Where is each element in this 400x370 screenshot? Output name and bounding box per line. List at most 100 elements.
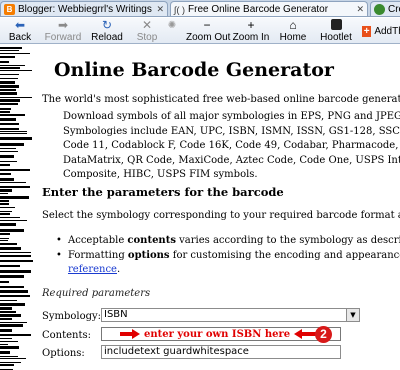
barcode-bar: [0, 70, 32, 71]
select-instruction: Select the symbology corresponding to yo…: [42, 210, 400, 221]
barcode-bar: [0, 108, 11, 110]
back-button[interactable]: ⬅ Back: [6, 18, 34, 44]
reload-button[interactable]: ↻ Reload: [90, 18, 124, 44]
barcode-bar: [0, 211, 12, 212]
home-button[interactable]: ⌂ Home: [278, 18, 308, 44]
barcode-bar: [0, 217, 20, 218]
zoom-out-button[interactable]: − Zoom Out: [186, 18, 231, 44]
barcode-bar: [0, 74, 19, 75]
barcode-bar: [0, 123, 19, 125]
forward-arrow-icon: ➡: [57, 18, 69, 32]
addthis-icon: +: [362, 25, 372, 37]
barcode-bar: [0, 334, 31, 336]
bullet-bold: options: [127, 249, 170, 261]
barcode-bar: [0, 200, 9, 202]
browser-toolbar: ⬅ Back ➡ Forward ↻ Reload ✕ Stop ✺ − Zoo…: [0, 18, 400, 44]
section-heading: Enter the parameters for the barcode: [42, 185, 284, 199]
barcode-bar: [0, 281, 9, 283]
loading-indicator: ✺: [166, 18, 178, 44]
barcode-bar: [0, 151, 18, 152]
home-label: Home: [279, 32, 307, 43]
description-line: Download symbols of all major symbologie…: [63, 111, 400, 122]
description-line: DataMatrix, QR Code, MaxiCode, Aztec Cod…: [63, 154, 400, 166]
zoom-in-icon: +: [247, 18, 255, 32]
tab-label: Cre: [388, 4, 400, 15]
tab-label: Free Online Barcode Generator: [188, 4, 329, 15]
spinner-icon: ✺: [167, 20, 177, 31]
barcode-bar: [0, 341, 18, 342]
barcode-bar: [0, 65, 25, 66]
barcode-bar: [0, 223, 16, 226]
chevron-down-icon[interactable]: ▼: [346, 309, 359, 321]
barcode-bar: [0, 286, 24, 288]
options-label: Options:: [42, 348, 85, 359]
barcode-bar: [0, 356, 18, 357]
stop-icon: ✕: [141, 18, 153, 32]
barcode-bar: [0, 103, 18, 105]
bullet-item: • Formatting options for customising the …: [56, 249, 400, 264]
hootlet-icon: [318, 19, 354, 32]
barcode-bar: [0, 143, 24, 146]
symbology-select[interactable]: ISBN ▼: [101, 308, 360, 322]
hootlet-label: Hootlet: [320, 32, 352, 43]
addthis-label: AddThi: [374, 25, 400, 37]
reload-label: Reload: [91, 32, 123, 43]
barcode-bar: [0, 220, 27, 221]
barcode-bar: [0, 169, 30, 171]
zoom-out-label: Zoom Out: [186, 32, 231, 43]
tab-label: Blogger: Webbiegrrl's Writings - Crea...: [18, 4, 152, 15]
close-icon[interactable]: ✕: [352, 4, 364, 15]
barcode-bar: [0, 275, 24, 278]
barcode-bar: [0, 114, 25, 116]
barcode-bar: [0, 307, 12, 310]
bullet-list: • Acceptable contents varies according to…: [56, 234, 400, 278]
barcode-bar: [0, 137, 32, 140]
description-line: Composite, HIBC, USPS FIM symbols.: [63, 169, 258, 180]
zoom-in-label: Zoom In: [232, 32, 270, 43]
bullet-item: • Acceptable contents varies according to…: [56, 234, 400, 249]
tab-blogger[interactable]: B Blogger: Webbiegrrl's Writings - Crea.…: [0, 1, 168, 16]
barcode-bar: [0, 97, 32, 98]
barcode-bar: [0, 295, 30, 297]
barcode-bar: [0, 182, 26, 183]
barcode-bar: [0, 207, 15, 208]
addthis-button[interactable]: + AddThi: [362, 24, 400, 38]
barcode-bar: [0, 85, 19, 88]
step-number-badge: 2: [315, 326, 332, 343]
barcode-bar: [0, 303, 25, 306]
barcode-bar: [0, 92, 17, 95]
barcode-bar: [0, 56, 15, 58]
barcode-decoration: [0, 45, 34, 370]
barcode-bar: [0, 89, 16, 91]
barcode-bar: [0, 322, 27, 323]
barcode-bar: [0, 164, 10, 166]
barcode-bar: [0, 344, 8, 345]
barcode-bar: [0, 260, 33, 262]
options-input[interactable]: includetext guardwhitespace: [101, 345, 341, 359]
barcode-bar: [0, 243, 17, 245]
hootlet-button[interactable]: Hootlet: [318, 18, 354, 44]
zoom-in-button[interactable]: + Zoom In: [232, 18, 270, 44]
site-favicon-icon: [374, 4, 385, 15]
reference-link[interactable]: reference: [68, 264, 117, 275]
barcode-bar: [0, 338, 12, 339]
close-icon[interactable]: ✕: [152, 4, 164, 15]
tab-strip: B Blogger: Webbiegrrl's Writings - Crea.…: [0, 0, 400, 17]
barcode-bar: [0, 173, 11, 175]
barcode-bar: [0, 311, 16, 313]
barcode-favicon-icon: ∫( ): [174, 4, 185, 15]
intro-text: The world's most sophisticated free web-…: [42, 94, 400, 105]
tab-partial[interactable]: Cre: [370, 1, 400, 16]
blogger-favicon-icon: B: [4, 4, 15, 15]
forward-button[interactable]: ➡ Forward: [44, 18, 82, 44]
barcode-bar: [0, 233, 10, 235]
barcode-bar: [0, 329, 12, 332]
barcode-bar: [0, 196, 29, 199]
barcode-bar: [0, 128, 19, 130]
stop-button[interactable]: ✕ Stop: [134, 18, 160, 44]
symbology-label: Symbology:: [42, 311, 102, 322]
tab-barcode-generator[interactable]: ∫( ) Free Online Barcode Generator ✕: [170, 1, 368, 16]
barcode-bar: [0, 67, 20, 69]
annotation-text: enter your own ISBN here: [144, 328, 291, 340]
barcode-bar: [0, 314, 21, 317]
